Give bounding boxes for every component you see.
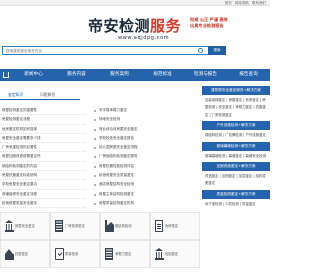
checklist-icon bbox=[55, 248, 64, 260]
list-item[interactable]: 幼儿园房屋安全鉴定流程 bbox=[94, 143, 199, 152]
solution-body[interactable]: 地下室检测 | 人防检测 | 质量鉴定 bbox=[202, 199, 270, 210]
solution-title[interactable]: 玻璃幕墙检测+解决方案 bbox=[202, 141, 270, 151]
nav-home[interactable] bbox=[0, 69, 12, 81]
nav-services[interactable]: 服务内容 bbox=[55, 69, 98, 81]
list-item[interactable]: 酒店房屋结构安全检测 bbox=[94, 180, 199, 189]
solution-body[interactable]: 加装电梯鉴定 | 房屋鉴定 | 危房鉴定 | 房屋检测 | 安全鉴定 | 承载力… bbox=[202, 95, 270, 121]
article-list: 写字楼承载力鉴定 场地安全检测 商业综合体房屋安全鉴定 学校校舍安全鉴定报告 幼… bbox=[94, 106, 199, 208]
list-item[interactable]: 写字楼承载力鉴定 bbox=[94, 106, 199, 115]
logo-url: www.aqjdpg.com bbox=[118, 35, 170, 41]
list-item[interactable]: 房屋主体结构检测鉴定 bbox=[94, 190, 199, 199]
list-item[interactable]: 商铺装修安全鉴定流程 bbox=[0, 190, 86, 199]
service-tile[interactable]: 厂房检测鉴定 bbox=[50, 212, 100, 240]
nav-cases[interactable]: 服务案例 bbox=[98, 69, 141, 81]
service-tile-label: 房屋安全鉴定 bbox=[15, 224, 35, 228]
solutions-sidebar: 建筑物安全鉴定服务+解决方案 加装电梯鉴定 | 房屋鉴定 | 危房鉴定 | 房屋… bbox=[202, 86, 270, 210]
list-item[interactable]: 学校校舍安全鉴定报告 bbox=[94, 134, 199, 143]
solution-body[interactable]: 改造鉴定 | 加固鉴定 | 加层鉴定 | 结构变更鉴定 bbox=[202, 171, 270, 190]
main-nav: 新闻中心 服务内容 服务案例 规范标准 检测与报告 报告查询 bbox=[0, 69, 270, 81]
service-tile[interactable]: 危房鉴定 bbox=[150, 212, 200, 240]
service-tile-label: 钢结构检测 bbox=[115, 224, 132, 228]
solution-body[interactable]: 钢结构检测 | 广告牌检测 | 户外设施鉴定 bbox=[202, 130, 270, 141]
list-item[interactable]: 房屋检测鉴定的重要性 bbox=[0, 106, 86, 116]
solution-title[interactable]: 质量检测鉴定+解决方案 bbox=[202, 189, 270, 199]
slogan: 权威 公正 严谨 高效 出具专业检测报告 bbox=[190, 17, 228, 29]
solution-title[interactable]: 户外设施检测+解决方案 bbox=[202, 121, 270, 131]
nav-standards[interactable]: 规范标准 bbox=[141, 69, 184, 81]
building-icon bbox=[105, 248, 113, 260]
house-icon bbox=[5, 248, 14, 260]
service-icon-grid: 房屋安全鉴定 厂房检测鉴定 钢结构检测 危房鉴定 抗震鉴定 质量检测 承载力鉴定 bbox=[0, 212, 200, 268]
list-item[interactable]: 钢结构检测鉴定的内容 bbox=[0, 162, 86, 172]
service-tile-label: 加固鉴定 bbox=[165, 252, 179, 256]
list-item[interactable]: 危房鉴定机构如何选择 bbox=[0, 125, 86, 134]
list-item[interactable]: 民宿房屋质量安全鉴定 bbox=[0, 199, 86, 209]
top-link-sitemap[interactable]: 网站导航 bbox=[235, 1, 249, 5]
solution-block: 玻璃幕墙检测+解决方案 玻璃幕墙检测 | 幕墙鉴定 | 幕墙安全检测 bbox=[202, 141, 270, 162]
service-tile-label: 危房鉴定 bbox=[165, 224, 179, 228]
nav-query[interactable]: 报告查询 bbox=[227, 69, 270, 81]
list-item[interactable]: 厂房钢结构检测鉴定服务 bbox=[94, 152, 199, 161]
slogan-line-2: 出具专业检测报告 bbox=[190, 23, 224, 28]
search-input[interactable] bbox=[3, 47, 203, 54]
list-item[interactable]: 民宿房屋安全质量鉴定 bbox=[94, 171, 199, 180]
solution-body[interactable]: 玻璃幕墙检测 | 幕墙鉴定 | 幕墙安全检测 bbox=[202, 151, 270, 162]
list-item[interactable]: 房屋检测鉴定流程 bbox=[0, 115, 86, 125]
list-item[interactable]: 房屋安全鉴定需要多少钱 bbox=[0, 134, 86, 144]
logo-main-text: 帝安检测 bbox=[88, 17, 151, 35]
service-tile[interactable]: 房屋安全鉴定 bbox=[0, 212, 50, 240]
list-item[interactable]: 场地安全检测 bbox=[94, 115, 199, 124]
list-item[interactable]: 厂房承重检测的必要性 bbox=[0, 143, 86, 153]
service-tile-label: 承载力鉴定 bbox=[115, 252, 132, 256]
search-box: 搜索 bbox=[2, 46, 226, 55]
list-item[interactable]: 房屋抗震鉴定标准说明 bbox=[0, 171, 86, 181]
site-logo[interactable]: 帝安检测服务 bbox=[88, 15, 181, 36]
search-button[interactable]: 搜索 bbox=[208, 46, 226, 55]
top-link-home[interactable]: 首页 bbox=[225, 1, 232, 5]
top-link-contact[interactable]: 联系我们 bbox=[252, 1, 266, 5]
service-tile[interactable]: 抗震鉴定 bbox=[0, 240, 50, 268]
search-icon bbox=[198, 48, 203, 53]
list-item[interactable]: 学校房屋安全鉴定要点 bbox=[0, 180, 86, 190]
list-item[interactable]: 商业综合体房屋安全鉴定 bbox=[94, 125, 199, 134]
list-item[interactable]: 房屋质量检测鉴定机构 bbox=[94, 199, 199, 208]
knowledge-tabs: 鉴定知识 问题解答 bbox=[0, 90, 80, 100]
list-item[interactable]: 房屋抗震性能检测评估 bbox=[94, 162, 199, 171]
document-icon bbox=[155, 220, 163, 232]
solution-title[interactable]: 建筑物安全鉴定服务+解决方案 bbox=[202, 86, 270, 95]
solution-block: 建筑物安全鉴定服务+解决方案 加装电梯鉴定 | 房屋鉴定 | 危房鉴定 | 房屋… bbox=[202, 86, 270, 121]
service-tile[interactable]: 质量检测 bbox=[50, 240, 100, 268]
tab-faq[interactable]: 问题解答 bbox=[40, 92, 55, 98]
factory-icon bbox=[105, 220, 114, 232]
service-tile[interactable]: 钢结构检测 bbox=[100, 212, 150, 240]
solution-block: 加固改造鉴定+解决方案 改造鉴定 | 加固鉴定 | 加层鉴定 | 结构变更鉴定 bbox=[202, 162, 270, 190]
home-icon bbox=[3, 72, 9, 78]
bank-icon bbox=[155, 248, 164, 260]
solution-title[interactable]: 加固改造鉴定+解决方案 bbox=[202, 162, 270, 172]
logo-accent-text: 服务 bbox=[150, 17, 182, 35]
nav-news[interactable]: 新闻中心 bbox=[12, 69, 55, 81]
solution-block: 质量检测鉴定+解决方案 地下室检测 | 人防检测 | 质量鉴定 bbox=[202, 189, 270, 210]
service-tile[interactable]: 加固鉴定 bbox=[150, 240, 200, 268]
bank-icon bbox=[5, 220, 14, 232]
service-tile-label: 厂房检测鉴定 bbox=[65, 224, 85, 228]
list-item[interactable]: 房屋加固改造前需鉴定吗 bbox=[0, 152, 86, 162]
nav-reports[interactable]: 检测与报告 bbox=[184, 69, 227, 81]
site-header: 帝安检测服务 www.aqjdpg.com 权威 公正 严谨 高效 出具专业检测… bbox=[0, 6, 270, 44]
service-tile-label: 抗震鉴定 bbox=[15, 252, 29, 256]
service-tile-label: 质量检测 bbox=[65, 252, 79, 256]
building-icon bbox=[55, 220, 63, 232]
tab-knowledge[interactable]: 鉴定知识 bbox=[8, 92, 23, 98]
service-tile[interactable]: 承载力鉴定 bbox=[100, 240, 150, 268]
knowledge-list: 房屋检测鉴定的重要性 房屋检测鉴定流程 危房鉴定机构如何选择 房屋安全鉴定需要多… bbox=[0, 106, 86, 209]
solution-block: 户外设施检测+解决方案 钢结构检测 | 广告牌检测 | 户外设施鉴定 bbox=[202, 121, 270, 141]
